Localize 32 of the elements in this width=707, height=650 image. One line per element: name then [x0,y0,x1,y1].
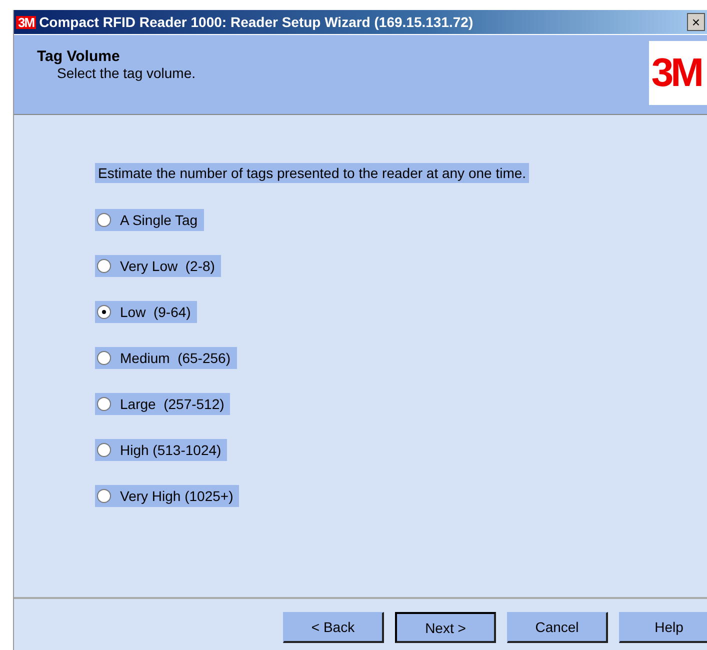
option-label: Very Low (2-8) [120,258,215,274]
radio-button[interactable] [97,397,111,411]
radio-option[interactable]: Large (257-512) [95,393,230,415]
radio-option[interactable]: Very High (1025+) [95,485,240,507]
option-label: A Single Tag [120,212,198,228]
radio-button[interactable] [97,213,111,227]
page-subtitle: Select the tag volume. [56,65,196,81]
radio-option[interactable]: High (513-1024) [95,439,228,461]
window-title: Compact RFID Reader 1000: Reader Setup Wizard (169.15.131.72) [39,14,474,30]
radio-button[interactable] [97,351,111,365]
radio-button[interactable] [97,259,111,273]
page-title: Tag Volume [37,48,121,65]
radio-option[interactable]: Very Low (2-8) [95,255,221,277]
radio-option[interactable]: Low (9-64) [95,301,197,323]
option-label: Medium (65-256) [120,350,230,366]
radio-button[interactable] [97,305,111,319]
radio-button[interactable] [97,489,111,503]
option-label: Large (257-512) [120,396,224,412]
radio-option[interactable]: A Single Tag [95,209,204,231]
option-label: Very High (1025+) [120,488,234,504]
wizard-button[interactable]: Help [619,612,707,643]
brand-logo: 3M [649,41,707,105]
close-button[interactable]: × [687,13,705,31]
wizard-button[interactable]: < Back [283,612,384,643]
option-label: High (513-1024) [120,442,222,458]
app-logo-icon: 3M [16,16,36,28]
wizard-button[interactable]: Cancel [507,612,608,643]
prompt-text: Estimate the number of tags presented to the reader at any one time. [95,163,530,183]
option-label: Low (9-64) [120,304,191,320]
wizard-button[interactable]: Next > [395,612,496,643]
radio-button[interactable] [97,443,111,457]
radio-option[interactable]: Medium (65-256) [95,347,236,369]
